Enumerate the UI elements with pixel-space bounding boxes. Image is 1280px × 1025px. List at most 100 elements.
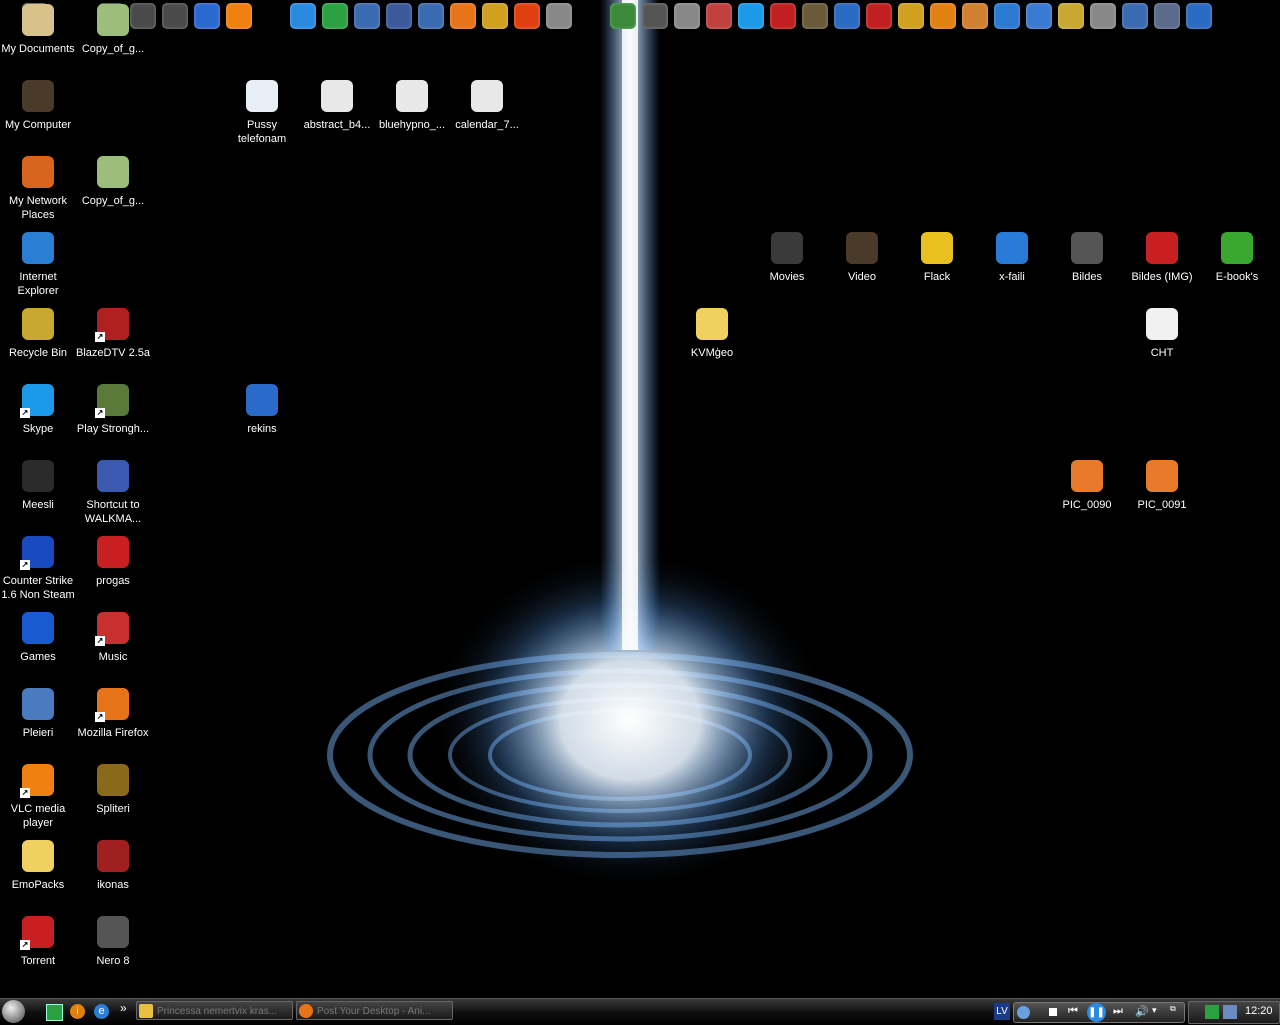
desktop-icon[interactable]: ↗ Mozilla Firefox <box>75 688 151 740</box>
desktop-icon-label: rekins <box>247 423 277 435</box>
desktop-icon-label: Bildes <box>1072 271 1102 283</box>
desktop-icon[interactable]: Games <box>0 612 76 664</box>
desktop-icon[interactable]: Nero 8 <box>75 916 151 968</box>
firefox-icon <box>299 1004 313 1018</box>
trash-icon[interactable] <box>1058 3 1084 29</box>
desktop-icon[interactable]: ↗ Counter Strike 1.6 Non Steam <box>0 536 76 602</box>
help-icon[interactable] <box>834 3 860 29</box>
gimp-icon[interactable] <box>802 3 828 29</box>
gear-icon[interactable] <box>386 3 412 29</box>
desktop-icon[interactable]: bluehypno_... <box>374 80 450 132</box>
desktop-icon[interactable]: Pleieri <box>0 688 76 740</box>
desktop-icon[interactable]: ↗ Skype <box>0 384 76 436</box>
desktop-icon[interactable]: ↗ Play Strongh... <box>75 384 151 436</box>
desktop-icon[interactable]: Copy_of_g... <box>75 4 151 56</box>
quicklaunch-more-chevron-icon[interactable]: » <box>120 1001 127 1015</box>
start-button[interactable] <box>2 1000 25 1023</box>
desktop-icon[interactable]: My Documents <box>0 4 76 56</box>
stop-icon[interactable] <box>1049 1008 1057 1016</box>
clock[interactable]: 12:20 <box>1245 1005 1273 1017</box>
desktop-icon[interactable]: Movies <box>749 232 825 284</box>
desktop-icon[interactable]: Spliteri <box>75 764 151 816</box>
desktop-icon[interactable]: calendar_7... <box>449 80 525 132</box>
vlc-icon[interactable] <box>226 3 252 29</box>
desktop-icon[interactable]: Video <box>824 232 900 284</box>
desktop-icon[interactable]: Flack <box>899 232 975 284</box>
desktop-icon[interactable]: EmoPacks <box>0 840 76 892</box>
desktop-icon[interactable]: Copy_of_g... <box>75 156 151 208</box>
red-app-icon[interactable] <box>866 3 892 29</box>
desktop-icon-label: Music <box>98 651 128 663</box>
search-icon[interactable] <box>418 3 444 29</box>
desktop-icon[interactable]: My Computer <box>0 80 76 132</box>
desktop-icon-label: Spliteri <box>96 803 130 815</box>
task-button-2[interactable]: Post Your Desktop - Ani... <box>296 1001 453 1020</box>
desktop-icon[interactable]: ↗ Torrent <box>0 916 76 968</box>
desktop-icon-label: BlazeDTV 2.5a <box>76 347 150 359</box>
desktop-icon[interactable]: E-book's <box>1199 232 1275 284</box>
desktop-icon[interactable]: PIC_0091 <box>1124 460 1200 512</box>
desktop-icon[interactable]: x-faili <box>974 232 1050 284</box>
desktop-icon[interactable]: progas <box>75 536 151 588</box>
desktop-icon[interactable]: ↗ Music <box>75 612 151 664</box>
desktop-icon[interactable]: Meesli <box>0 460 76 512</box>
quicklaunch-ie-icon[interactable]: e <box>94 1004 109 1019</box>
green-app-icon[interactable] <box>322 3 348 29</box>
tools-icon[interactable] <box>898 3 924 29</box>
desktop-icon[interactable]: My Network Places <box>0 156 76 222</box>
half-life-icon[interactable] <box>514 3 540 29</box>
film-icon[interactable] <box>674 3 700 29</box>
previous-track-icon[interactable]: ⏮ <box>1068 1005 1078 1018</box>
network-icon[interactable] <box>1026 3 1052 29</box>
chevron-down-icon[interactable]: ▾ <box>1152 1005 1157 1016</box>
disc-icon[interactable] <box>642 3 668 29</box>
acrobat-icon[interactable] <box>770 3 796 29</box>
help-icon[interactable] <box>482 3 508 29</box>
info-icon[interactable] <box>930 3 956 29</box>
clock-icon[interactable] <box>1090 3 1116 29</box>
player-logo-icon[interactable] <box>1017 1006 1030 1019</box>
tray-green-app-icon[interactable] <box>1205 1005 1219 1019</box>
disc-icon[interactable] <box>610 3 636 29</box>
desktop-icon[interactable]: Shortcut to WALKMA... <box>75 460 151 526</box>
tray-network-icon[interactable] <box>1223 1005 1237 1019</box>
restore-icon[interactable]: ⧉ <box>1170 1004 1176 1014</box>
desktop-icon[interactable]: Bildes (IMG) <box>1124 232 1200 284</box>
volume-icon[interactable]: 🔊 <box>1135 1005 1149 1018</box>
mail-icon[interactable] <box>1122 3 1148 29</box>
desktop-icon[interactable]: KVMģeo <box>674 308 750 360</box>
paint-icon[interactable] <box>706 3 732 29</box>
network-icon[interactable] <box>354 3 380 29</box>
window-icon[interactable] <box>1186 3 1212 29</box>
pause-icon[interactable]: ❚❚ <box>1087 1003 1106 1022</box>
desktop-icon[interactable]: rekins <box>224 384 300 436</box>
next-track-icon[interactable]: ⏭ <box>1113 1005 1123 1018</box>
task-label-1: Princessa nemertvix kras... <box>157 1006 278 1017</box>
settings-icon[interactable] <box>994 3 1020 29</box>
firefox-icon[interactable] <box>450 3 476 29</box>
desktop-icon[interactable]: ↗ VLC media player <box>0 764 76 830</box>
desktop-icon[interactable]: ↗ BlazeDTV 2.5a <box>75 308 151 360</box>
paint-icon[interactable] <box>962 3 988 29</box>
desktop-icon[interactable]: abstract_b4... <box>299 80 375 132</box>
help-icon[interactable] <box>546 3 572 29</box>
document-icon[interactable] <box>1154 3 1180 29</box>
task-button-1[interactable]: Princessa nemertvix kras... <box>136 1001 293 1020</box>
desktop-icon[interactable]: Bildes <box>1049 232 1125 284</box>
desktop-icon[interactable]: PIC_0090 <box>1049 460 1125 512</box>
media-player-icon[interactable] <box>194 3 220 29</box>
desktop-icon[interactable]: ikonas <box>75 840 151 892</box>
desktop-icon[interactable]: Internet Explorer <box>0 232 76 298</box>
quicklaunch-info-icon[interactable]: i <box>70 1004 85 1019</box>
messenger-icon[interactable] <box>290 3 316 29</box>
desktop-icon-label: ikonas <box>97 879 129 891</box>
desktop-icon[interactable]: CHT <box>1124 308 1200 360</box>
folder-icon <box>1146 232 1178 264</box>
quicklaunch-green-icon[interactable] <box>46 1004 63 1021</box>
desktop-icon-label: PIC_0090 <box>1062 499 1112 511</box>
desktop-icon[interactable]: Recycle Bin <box>0 308 76 360</box>
folder-icon[interactable] <box>162 3 188 29</box>
skype-icon[interactable] <box>738 3 764 29</box>
language-indicator[interactable]: LV <box>994 1003 1010 1020</box>
desktop-icon[interactable]: Pussy telefonam <box>224 80 300 146</box>
